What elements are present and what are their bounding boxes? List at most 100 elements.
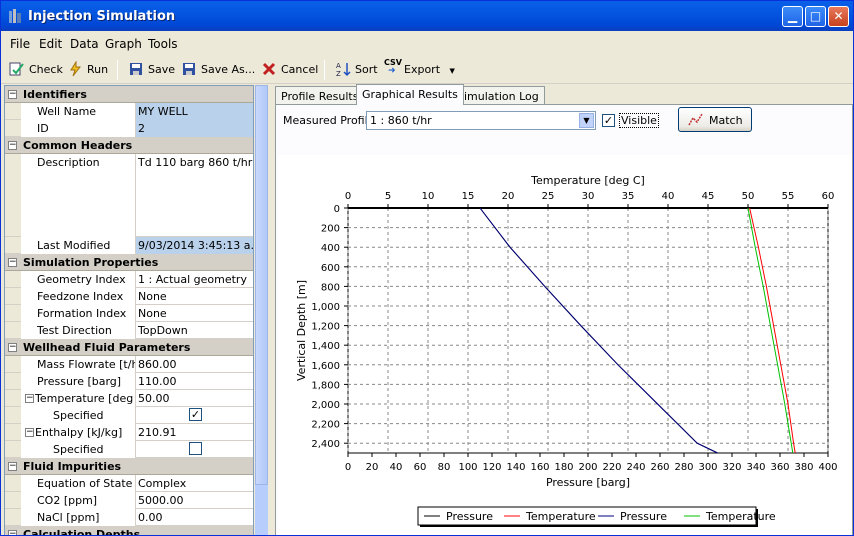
bottom-axis-tick-label: 220	[602, 462, 621, 473]
bottom-axis-tick-label: 320	[722, 462, 741, 473]
collapse-icon[interactable]: −	[8, 343, 17, 352]
row-pressure[interactable]: Pressure [barg] 110.00	[5, 373, 253, 390]
well-name-value[interactable]: MY WELL	[136, 103, 253, 120]
row-temperature[interactable]: Temperature [deg C]−50.00	[5, 390, 253, 407]
equation-of-state-value[interactable]: Complex	[136, 475, 253, 492]
svg-text:A: A	[336, 62, 341, 70]
legend-label: Pressure	[620, 510, 667, 523]
chevron-down-icon[interactable]: ▼	[450, 67, 455, 75]
row-formation-index[interactable]: Formation Index None	[5, 305, 253, 322]
row-equation-of-state[interactable]: Equation of State Complex	[5, 475, 253, 492]
row-enthalpy-specified[interactable]: Specified	[5, 441, 253, 458]
bottom-axis-tick-label: 80	[438, 462, 451, 473]
id-value[interactable]: 2	[136, 120, 253, 137]
row-enthalpy[interactable]: Enthalpy [kJ/kg] −210.91	[5, 424, 253, 441]
menu-edit[interactable]: Edit	[39, 37, 62, 51]
cancel-button[interactable]: Cancel	[262, 62, 318, 76]
row-id[interactable]: ID 2	[5, 120, 253, 137]
pressure-value[interactable]: 110.00	[136, 373, 253, 390]
row-test-direction[interactable]: Test Direction TopDown	[5, 322, 253, 339]
close-button[interactable]: ✕	[828, 6, 849, 27]
check-button[interactable]: Check	[9, 62, 63, 76]
menu-data[interactable]: Data	[70, 37, 99, 51]
maximize-button[interactable]: □	[805, 6, 826, 27]
top-axis-tick-label: 35	[622, 191, 635, 202]
depth-profile-chart[interactable]: 0 5 10 15 20 25 30 35 40 45 50 55 600 20 40 60 80 100 120 1…	[278, 155, 852, 536]
row-nacl[interactable]: NaCl [ppm] 0.00	[5, 509, 253, 526]
temperature-value[interactable]: 50.00	[136, 390, 253, 407]
row-last-modified[interactable]: Last Modified9/03/2014 3:45:13 a.m.	[5, 237, 253, 254]
window-title: Injection Simulation	[28, 9, 176, 24]
collapse-icon[interactable]: −	[8, 90, 17, 99]
temp-specified-checkbox[interactable]: ✓	[189, 408, 202, 421]
chevron-down-icon[interactable]: ▼	[579, 113, 594, 128]
collapse-icon[interactable]: −	[25, 394, 34, 403]
category-common-headers[interactable]: − Common Headers	[5, 137, 253, 154]
menu-tools[interactable]: Tools	[148, 37, 178, 51]
nacl-value[interactable]: 0.00	[136, 509, 253, 526]
bottom-axis-tick-label: 260	[650, 462, 669, 473]
category-simulation-properties[interactable]: − Simulation Properties	[5, 254, 253, 271]
collapse-icon[interactable]: −	[8, 258, 17, 267]
row-mass-flowrate[interactable]: Mass Flowrate [t/hr]860.00	[5, 356, 253, 373]
visible-label: Visible	[619, 113, 659, 128]
category-fluid-impurities[interactable]: − Fluid Impurities	[5, 458, 253, 475]
measured-profile-select[interactable]: 1 : 860 t/hr ▼	[366, 111, 596, 130]
toolbar-separator	[324, 60, 325, 80]
top-axis-tick-label: 20	[502, 191, 515, 202]
row-description[interactable]: Description Td 110 barg 860 t/hr	[5, 154, 253, 237]
y-axis-tick-label: 200	[321, 224, 340, 235]
feedzone-index-value[interactable]: None	[136, 288, 253, 305]
description-value[interactable]: Td 110 barg 860 t/hr	[136, 154, 253, 237]
row-geometry-index[interactable]: Geometry Index 1 : Actual geometry	[5, 271, 253, 288]
row-feedzone-index[interactable]: Feedzone Index None	[5, 288, 253, 305]
menu-graph[interactable]: Graph	[105, 37, 142, 51]
row-temp-specified[interactable]: Specified ✓	[5, 407, 253, 424]
tab-profile-results[interactable]: Profile Results	[275, 86, 365, 105]
enthalpy-specified-checkbox[interactable]	[189, 442, 202, 455]
sort-button[interactable]: AZ Sort	[336, 62, 378, 77]
mass-flowrate-value[interactable]: 860.00	[136, 356, 253, 373]
title-bar[interactable]: Injection Simulation ▁ □ ✕	[1, 1, 853, 31]
minimize-button[interactable]: ▁	[782, 6, 803, 27]
co2-value[interactable]: 5000.00	[136, 492, 253, 509]
top-axis-tick-label: 30	[582, 191, 595, 202]
svg-text:Z: Z	[336, 70, 341, 77]
save-button[interactable]: Save	[130, 63, 175, 76]
bottom-axis-tick-label: 140	[506, 462, 525, 473]
splitter[interactable]	[268, 85, 274, 535]
match-button[interactable]: Match	[678, 107, 752, 132]
save-as-button[interactable]: Save As...	[183, 63, 255, 76]
export-button[interactable]: CSV ➜ Export ▼	[384, 58, 455, 76]
menu-bar: File Edit Data Graph Tools	[1, 32, 853, 54]
collapse-icon[interactable]: −	[8, 462, 17, 471]
menu-file[interactable]: File	[10, 37, 30, 51]
row-well-name[interactable]: Well Name MY WELL	[5, 103, 253, 120]
enthalpy-value[interactable]: 210.91	[136, 424, 253, 441]
geometry-index-value[interactable]: 1 : Actual geometry	[136, 271, 253, 288]
scrollbar-thumb[interactable]	[255, 85, 268, 485]
category-wellhead-fluid[interactable]: − Wellhead Fluid Parameters	[5, 339, 253, 356]
bottom-axis-tick-label: 240	[626, 462, 645, 473]
property-grid-scrollbar[interactable]	[255, 85, 268, 535]
row-co2[interactable]: CO2 [ppm] 5000.00	[5, 492, 253, 509]
category-identifiers[interactable]: − Identifiers	[5, 86, 253, 103]
run-button[interactable]: Run	[70, 61, 108, 77]
bottom-axis-tick-label: 280	[674, 462, 693, 473]
collapse-icon[interactable]: −	[8, 530, 17, 535]
tab-graphical-results[interactable]: Graphical Results	[356, 84, 464, 105]
bottom-axis-tick-label: 120	[482, 462, 501, 473]
collapse-icon[interactable]: −	[8, 141, 17, 150]
tab-simulation-log[interactable]: Simulation Log	[451, 86, 545, 105]
property-grid: − Identifiers Well Name MY WELL ID 2 − Commo…	[4, 85, 254, 535]
last-modified-value[interactable]: 9/03/2014 3:45:13 a.m.	[136, 237, 253, 254]
visible-checkbox[interactable]: ✓	[602, 114, 615, 127]
formation-index-value[interactable]: None	[136, 305, 253, 322]
test-direction-value[interactable]: TopDown	[136, 322, 253, 339]
top-axis-tick-label: 0	[345, 191, 351, 202]
category-calculation-depths[interactable]: − Calculation Depths	[5, 526, 253, 535]
bottom-axis-tick-label: 0	[345, 462, 351, 473]
app-icon	[9, 9, 21, 23]
collapse-icon[interactable]: −	[25, 428, 34, 437]
legend-label: Temperature	[525, 510, 596, 523]
